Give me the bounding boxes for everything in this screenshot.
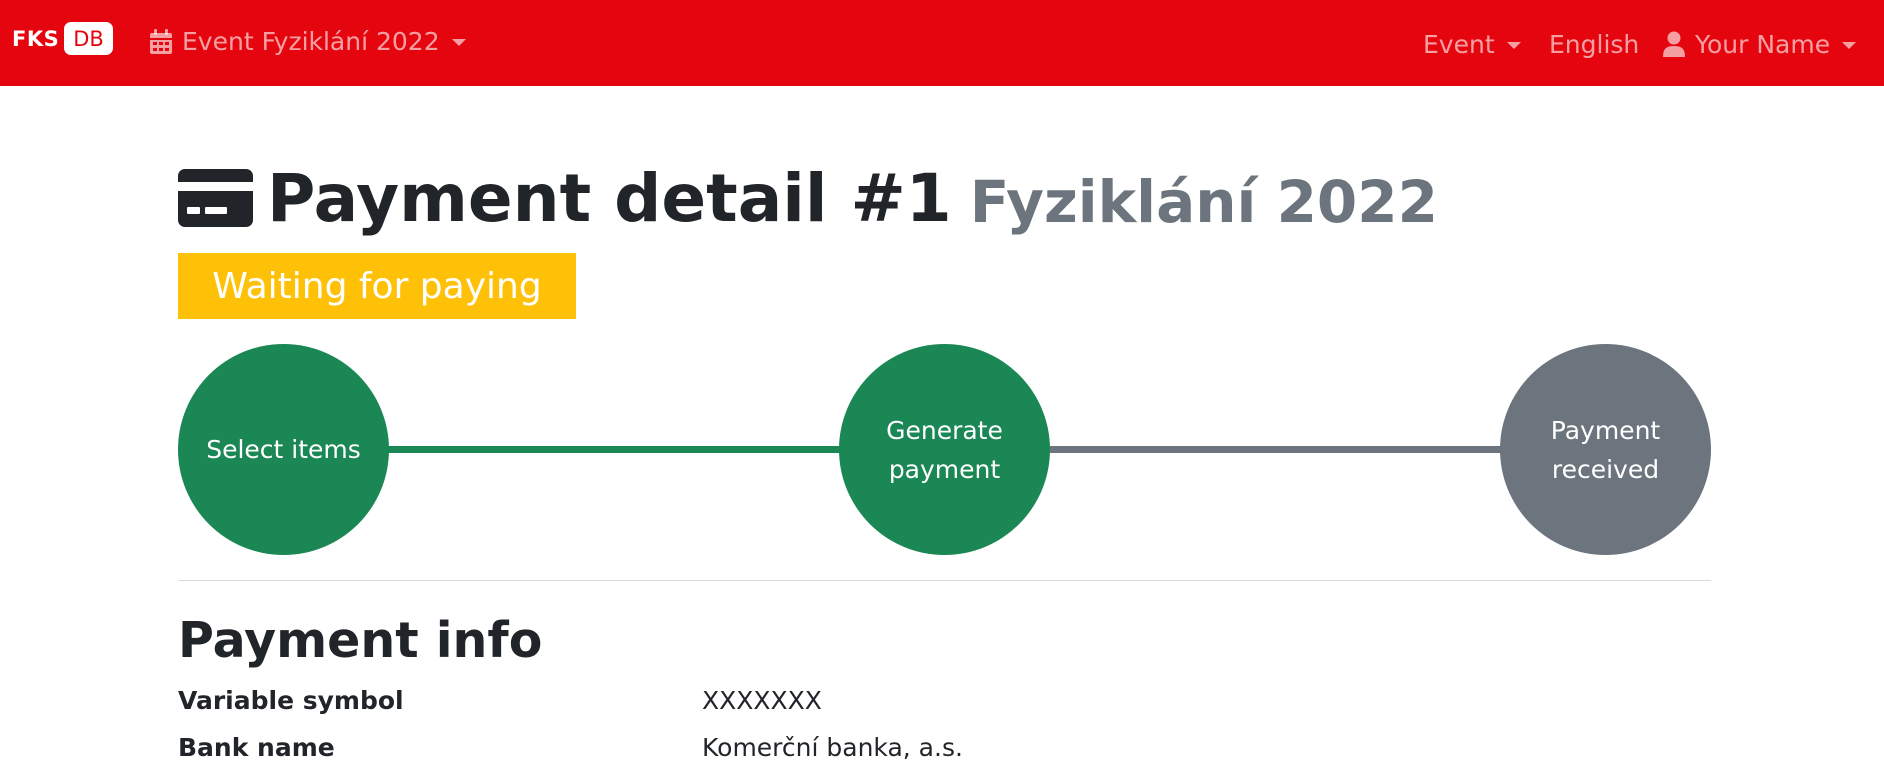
step-payment-received: Payment received xyxy=(1500,344,1711,555)
step-select-items: Select items xyxy=(178,344,389,555)
user-icon xyxy=(1663,31,1685,57)
status-badge: Waiting for paying xyxy=(178,253,576,319)
payment-info-title: Payment info xyxy=(178,612,543,669)
info-label: Bank name xyxy=(178,733,335,762)
page-title-text: Payment detail #1 xyxy=(267,159,952,237)
step-label: Payment received xyxy=(1550,415,1661,484)
info-row-bank-name: Bank name Komerční banka, a.s. xyxy=(178,733,1711,773)
brand-db-text: DB xyxy=(64,22,113,55)
event-select-label: Event Fyziklání 2022 xyxy=(182,26,440,56)
chevron-down-icon xyxy=(451,39,466,46)
page-title: Payment detail #1 Fyziklání 2022 xyxy=(178,158,1438,238)
credit-card-icon xyxy=(178,169,253,227)
brand-logo[interactable]: FKS DB xyxy=(12,22,113,55)
event-menu-dropdown[interactable]: Event xyxy=(1423,1,1521,87)
page-subtitle-text: Fyziklání 2022 xyxy=(969,168,1438,236)
step-generate-payment: Generate payment xyxy=(839,344,1050,555)
language-link[interactable]: English xyxy=(1549,1,1639,87)
step-label: Generate payment xyxy=(886,415,1003,484)
event-select-dropdown[interactable]: Event Fyziklání 2022 xyxy=(150,0,466,84)
chevron-down-icon xyxy=(1506,42,1521,49)
step-connector-done xyxy=(385,446,842,453)
user-name-label: Your Name xyxy=(1695,29,1831,59)
user-menu-dropdown[interactable]: Your Name xyxy=(1663,1,1857,87)
chevron-down-icon xyxy=(1842,42,1857,49)
divider xyxy=(178,580,1711,581)
info-value: XXXXXXX xyxy=(702,686,822,715)
info-row-variable-symbol: Variable symbol XXXXXXX xyxy=(178,686,1711,726)
calendar-icon xyxy=(150,28,172,54)
info-value: Komerční banka, a.s. xyxy=(702,733,963,762)
step-connector-todo xyxy=(1045,446,1506,453)
event-menu-label: Event xyxy=(1423,29,1495,59)
top-navbar: FKS DB Event Fyziklání 2022 Event Englis… xyxy=(0,0,1884,86)
brand-fks-text: FKS xyxy=(12,26,60,51)
step-label: Select items xyxy=(206,435,361,464)
language-label: English xyxy=(1549,29,1640,59)
info-label: Variable symbol xyxy=(178,686,404,715)
